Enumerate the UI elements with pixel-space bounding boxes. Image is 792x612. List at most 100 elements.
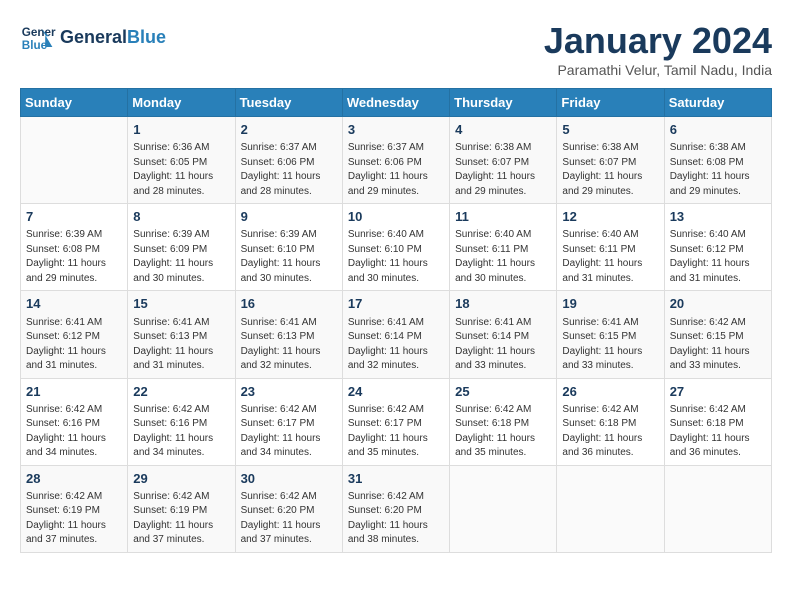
logo-text: GeneralBlue <box>60 28 166 48</box>
day-number: 11 <box>455 208 551 226</box>
weekday-header-saturday: Saturday <box>664 89 771 117</box>
weekday-header-thursday: Thursday <box>450 89 557 117</box>
day-number: 5 <box>562 121 658 139</box>
day-number: 29 <box>133 470 229 488</box>
calendar-cell: 13Sunrise: 6:40 AM Sunset: 6:12 PM Dayli… <box>664 204 771 291</box>
day-number: 23 <box>241 383 337 401</box>
day-info: Sunrise: 6:42 AM Sunset: 6:16 PM Dayligh… <box>133 403 229 461</box>
calendar-cell: 29 Sunrise: 6:42 AM Sunset: 6:19 PM Dayli… <box>128 465 235 552</box>
day-number: 3 <box>348 121 444 139</box>
calendar-cell: 18 Sunrise: 6:41 AM Sunset: 6:14 PM Dayli… <box>450 291 557 378</box>
logo-icon: General Blue <box>20 20 56 56</box>
day-number: 16 <box>241 295 337 313</box>
calendar-cell: 25Sunrise: 6:42 AM Sunset: 6:18 PM Dayli… <box>450 378 557 465</box>
calendar-week-1: 7Sunrise: 6:39 AM Sunset: 6:08 PM Daylig… <box>21 204 772 291</box>
calendar-title: January 2024 <box>544 20 772 62</box>
weekday-row: SundayMondayTuesdayWednesdayThursdayFrid… <box>21 89 772 117</box>
day-info: Sunrise: 6:40 AM Sunset: 6:11 PM Dayligh… <box>562 228 658 286</box>
day-number: 12 <box>562 208 658 226</box>
day-info: Sunrise: 6:42 AM Sunset: 6:19 PM Dayligh… <box>133 490 229 548</box>
day-info: Sunrise: 6:42 AM Sunset: 6:18 PM Dayligh… <box>562 403 658 461</box>
day-number: 31 <box>348 470 444 488</box>
day-info: Sunrise: 6:41 AM Sunset: 6:13 PM Dayligh… <box>133 316 229 374</box>
day-info: Sunrise: 6:41 AM Sunset: 6:15 PM Dayligh… <box>562 316 658 374</box>
calendar-week-4: 28 Sunrise: 6:42 AM Sunset: 6:19 PM Dayli… <box>21 465 772 552</box>
day-info: Sunrise: 6:42 AM Sunset: 6:17 PM Dayligh… <box>348 403 444 461</box>
day-info: Sunrise: 6:42 AM Sunset: 6:15 PM Dayligh… <box>670 316 766 374</box>
calendar-cell: 23 Sunrise: 6:42 AM Sunset: 6:17 PM Dayli… <box>235 378 342 465</box>
day-info: Sunrise: 6:38 AM Sunset: 6:07 PM Dayligh… <box>455 141 551 199</box>
calendar-cell <box>450 465 557 552</box>
page-header: General Blue GeneralBlue January 2024 Pa… <box>20 20 772 78</box>
calendar-week-0: 1 Sunrise: 6:36 AM Sunset: 6:05 PM Daylig… <box>21 117 772 204</box>
calendar-cell: 8Sunrise: 6:39 AM Sunset: 6:09 PM Daylig… <box>128 204 235 291</box>
day-number: 14 <box>26 295 122 313</box>
calendar-cell: 24 Sunrise: 6:42 AM Sunset: 6:17 PM Dayli… <box>342 378 449 465</box>
day-info: Sunrise: 6:41 AM Sunset: 6:14 PM Dayligh… <box>348 316 444 374</box>
calendar-week-2: 14 Sunrise: 6:41 AM Sunset: 6:12 PM Dayli… <box>21 291 772 378</box>
calendar-cell: 9 Sunrise: 6:39 AM Sunset: 6:10 PM Daylig… <box>235 204 342 291</box>
day-info: Sunrise: 6:41 AM Sunset: 6:12 PM Dayligh… <box>26 316 122 374</box>
day-number: 28 <box>26 470 122 488</box>
day-info: Sunrise: 6:42 AM Sunset: 6:20 PM Dayligh… <box>241 490 337 548</box>
day-info: Sunrise: 6:37 AM Sunset: 6:06 PM Dayligh… <box>241 141 337 199</box>
day-number: 17 <box>348 295 444 313</box>
weekday-header-tuesday: Tuesday <box>235 89 342 117</box>
calendar-cell: 20 Sunrise: 6:42 AM Sunset: 6:15 PM Dayli… <box>664 291 771 378</box>
calendar-cell: 21 Sunrise: 6:42 AM Sunset: 6:16 PM Dayli… <box>21 378 128 465</box>
calendar-cell <box>557 465 664 552</box>
calendar-cell: 5Sunrise: 6:38 AM Sunset: 6:07 PM Daylig… <box>557 117 664 204</box>
day-number: 9 <box>241 208 337 226</box>
calendar-header: SundayMondayTuesdayWednesdayThursdayFrid… <box>21 89 772 117</box>
day-info: Sunrise: 6:42 AM Sunset: 6:17 PM Dayligh… <box>241 403 337 461</box>
day-number: 30 <box>241 470 337 488</box>
day-info: Sunrise: 6:36 AM Sunset: 6:05 PM Dayligh… <box>133 141 229 199</box>
day-number: 4 <box>455 121 551 139</box>
day-info: Sunrise: 6:42 AM Sunset: 6:16 PM Dayligh… <box>26 403 122 461</box>
calendar-cell: 30 Sunrise: 6:42 AM Sunset: 6:20 PM Dayli… <box>235 465 342 552</box>
day-number: 19 <box>562 295 658 313</box>
day-number: 20 <box>670 295 766 313</box>
calendar-cell: 11Sunrise: 6:40 AM Sunset: 6:11 PM Dayli… <box>450 204 557 291</box>
calendar-cell: 31 Sunrise: 6:42 AM Sunset: 6:20 PM Dayli… <box>342 465 449 552</box>
day-info: Sunrise: 6:39 AM Sunset: 6:09 PM Dayligh… <box>133 228 229 286</box>
calendar-week-3: 21 Sunrise: 6:42 AM Sunset: 6:16 PM Dayli… <box>21 378 772 465</box>
weekday-header-monday: Monday <box>128 89 235 117</box>
calendar-cell: 14 Sunrise: 6:41 AM Sunset: 6:12 PM Dayli… <box>21 291 128 378</box>
day-info: Sunrise: 6:42 AM Sunset: 6:18 PM Dayligh… <box>670 403 766 461</box>
calendar-table: SundayMondayTuesdayWednesdayThursdayFrid… <box>20 88 772 553</box>
calendar-cell: 28Sunrise: 6:42 AM Sunset: 6:19 PM Dayli… <box>21 465 128 552</box>
day-info: Sunrise: 6:39 AM Sunset: 6:08 PM Dayligh… <box>26 228 122 286</box>
day-number: 2 <box>241 121 337 139</box>
title-block: January 2024 Paramathi Velur, Tamil Nadu… <box>544 20 772 78</box>
weekday-header-sunday: Sunday <box>21 89 128 117</box>
calendar-cell: 15 Sunrise: 6:41 AM Sunset: 6:13 PM Dayli… <box>128 291 235 378</box>
calendar-cell: 27Sunrise: 6:42 AM Sunset: 6:18 PM Dayli… <box>664 378 771 465</box>
weekday-header-friday: Friday <box>557 89 664 117</box>
day-number: 24 <box>348 383 444 401</box>
day-info: Sunrise: 6:40 AM Sunset: 6:10 PM Dayligh… <box>348 228 444 286</box>
day-number: 10 <box>348 208 444 226</box>
calendar-cell: 4 Sunrise: 6:38 AM Sunset: 6:07 PM Daylig… <box>450 117 557 204</box>
day-info: Sunrise: 6:41 AM Sunset: 6:13 PM Dayligh… <box>241 316 337 374</box>
day-number: 21 <box>26 383 122 401</box>
calendar-cell: 17 Sunrise: 6:41 AM Sunset: 6:14 PM Dayli… <box>342 291 449 378</box>
calendar-cell <box>664 465 771 552</box>
day-info: Sunrise: 6:38 AM Sunset: 6:08 PM Dayligh… <box>670 141 766 199</box>
day-info: Sunrise: 6:39 AM Sunset: 6:10 PM Dayligh… <box>241 228 337 286</box>
svg-text:Blue: Blue <box>22 39 48 52</box>
day-number: 15 <box>133 295 229 313</box>
calendar-cell: 1 Sunrise: 6:36 AM Sunset: 6:05 PM Daylig… <box>128 117 235 204</box>
calendar-cell <box>21 117 128 204</box>
calendar-cell: 19 Sunrise: 6:41 AM Sunset: 6:15 PM Dayli… <box>557 291 664 378</box>
day-number: 18 <box>455 295 551 313</box>
calendar-cell: 3Sunrise: 6:37 AM Sunset: 6:06 PM Daylig… <box>342 117 449 204</box>
calendar-subtitle: Paramathi Velur, Tamil Nadu, India <box>544 62 772 78</box>
day-info: Sunrise: 6:42 AM Sunset: 6:20 PM Dayligh… <box>348 490 444 548</box>
day-number: 6 <box>670 121 766 139</box>
day-number: 1 <box>133 121 229 139</box>
weekday-header-wednesday: Wednesday <box>342 89 449 117</box>
day-info: Sunrise: 6:42 AM Sunset: 6:18 PM Dayligh… <box>455 403 551 461</box>
day-info: Sunrise: 6:41 AM Sunset: 6:14 PM Dayligh… <box>455 316 551 374</box>
logo: General Blue GeneralBlue <box>20 20 166 56</box>
